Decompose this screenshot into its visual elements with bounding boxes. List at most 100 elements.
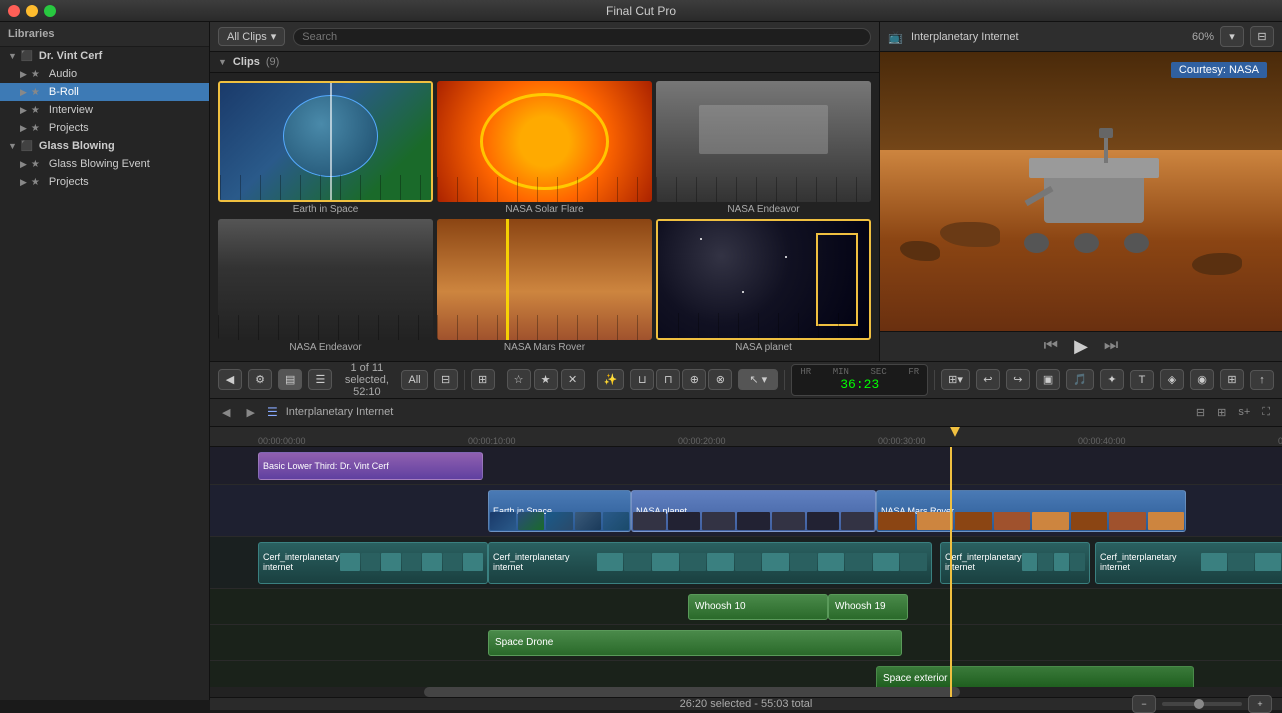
timeline-header: ◀ ▶ ☰ Interplanetary Internet ⊟ ⊞ s+ ⛶: [210, 399, 1282, 427]
clip-nasa-planet[interactable]: NASA planet: [656, 219, 871, 353]
audio-meter-btn[interactable]: 🎵: [1066, 369, 1094, 390]
viewer-zoom-btn[interactable]: ▾: [1220, 26, 1244, 47]
clip-thumbnail: [218, 219, 433, 340]
disclosure-triangle: ▶: [20, 177, 27, 188]
clip-thumbnail: [437, 81, 652, 202]
sidebar-item-projects2[interactable]: ▶ ★ Projects: [0, 173, 209, 191]
clips-disclosure-triangle[interactable]: ▼: [218, 57, 227, 67]
zoom-out-btn[interactable]: ⊟: [1192, 404, 1209, 421]
redo-btn[interactable]: ↪: [1006, 369, 1030, 390]
sidebar-item-audio[interactable]: ▶ ★ Audio: [0, 65, 209, 83]
cerf-clip-2[interactable]: Cerf_interplanetary internet: [488, 542, 932, 584]
zoom-thumb[interactable]: [1194, 699, 1204, 709]
zoom-out-status-btn[interactable]: −: [1132, 695, 1156, 713]
maximize-button[interactable]: [44, 5, 56, 17]
disclosure-triangle: ▼: [8, 141, 17, 151]
app-title: Final Cut Pro: [606, 4, 676, 18]
sidebar-item-glass-blowing[interactable]: ▼ ⬛ Glass Blowing: [0, 137, 209, 155]
transform-btn[interactable]: ⊞▾: [941, 369, 970, 390]
title-btn[interactable]: T: [1130, 370, 1154, 390]
generator-btn[interactable]: ◈: [1160, 369, 1184, 390]
timecode-value: 36:23: [840, 377, 879, 392]
star-btn[interactable]: ☆: [507, 369, 531, 390]
ruler-mark: 00:00:40:00: [1078, 436, 1126, 446]
nasa-planet-clip[interactable]: NASA planet: [631, 490, 876, 532]
transition-btn[interactable]: ⊞: [1220, 369, 1244, 390]
sidebar-item-glass-blowing-event[interactable]: ▶ ★ Glass Blowing Event: [0, 155, 209, 173]
overwrite-btn[interactable]: ⊓: [656, 369, 680, 390]
close-button[interactable]: [8, 5, 20, 17]
clip-label: Cerf_interplanetary internet: [493, 552, 597, 572]
sidebar-item-dr-vint-cerf[interactable]: ▼ ⬛ Dr. Vint Cerf: [0, 47, 209, 65]
sidebar-toggle-btn[interactable]: ◀: [218, 369, 242, 390]
space-drone-clip[interactable]: Space Drone: [488, 630, 902, 656]
clip-thumbnail: [656, 81, 871, 202]
reject-btn[interactable]: ✕: [561, 369, 585, 390]
zoom-slider[interactable]: [1162, 702, 1242, 706]
connect-btn[interactable]: ⊗: [708, 369, 732, 390]
settings-btn[interactable]: ⚙: [248, 369, 272, 390]
top-section: All Clips ▾ ▼ Clips (9): [210, 22, 1282, 362]
clip-nasa-endeavor-1[interactable]: NASA Endeavor: [656, 81, 871, 215]
folder-icon: ★: [31, 87, 45, 98]
select-tool-btn[interactable]: ↖ ▾: [738, 369, 778, 390]
timeline-forward-btn[interactable]: ▶: [242, 404, 258, 421]
favorite-btn[interactable]: ★: [534, 369, 558, 390]
folder-icon: ★: [31, 159, 45, 170]
insert-btn[interactable]: ⊔: [630, 369, 654, 390]
theme-btn[interactable]: ◉: [1190, 369, 1214, 390]
play-button[interactable]: ▶: [1074, 336, 1088, 357]
browser-search-input[interactable]: [293, 28, 871, 46]
window-controls[interactable]: [8, 5, 56, 17]
all-label: All: [408, 374, 420, 386]
cerf-clip-1[interactable]: Cerf_interplanetary internet: [258, 542, 488, 584]
clip-nasa-endeavor-2[interactable]: NASA Endeavor: [218, 219, 433, 353]
effects-btn[interactable]: ✦: [1100, 369, 1124, 390]
sidebar-item-projects[interactable]: ▶ ★ Projects: [0, 119, 209, 137]
clip-label: NASA planet: [656, 342, 871, 353]
title-clip[interactable]: Basic Lower Third: Dr. Vint Cerf: [258, 452, 483, 480]
zoom-in-status-btn[interactable]: +: [1248, 695, 1272, 713]
cerf-clip-4[interactable]: Cerf_interplanetary internet: [1095, 542, 1282, 584]
clip-earth-in-space[interactable]: Earth in Space: [218, 81, 433, 215]
disclosure-triangle: ▶: [20, 105, 27, 116]
tl-fullscreen-btn[interactable]: ⛶: [1258, 404, 1274, 421]
sidebar-item-b-roll[interactable]: ▶ ★ B-Roll: [0, 83, 209, 101]
clip-label: Cerf_interplanetary internet: [263, 552, 340, 572]
list-view-btn[interactable]: ☰: [308, 369, 332, 390]
viewer-content: Courtesy: NASA: [880, 52, 1282, 331]
skip-back-button[interactable]: ⏮: [1044, 337, 1058, 355]
scrollbar-thumb[interactable]: [424, 687, 960, 697]
whoosh-10-clip[interactable]: Whoosh 10: [688, 594, 828, 620]
zoom-in-btn[interactable]: ⊞: [1213, 404, 1230, 421]
horizontal-scrollbar[interactable]: [210, 687, 1282, 697]
skip-forward-button[interactable]: ⏭: [1104, 337, 1118, 355]
disclosure-triangle: ▶: [20, 87, 27, 98]
sidebar-item-interview[interactable]: ▶ ★ Interview: [0, 101, 209, 119]
video-scope-btn[interactable]: ▣: [1036, 369, 1060, 390]
ruler-mark: 00:00:20:00: [678, 436, 726, 446]
clip-nasa-mars-rover[interactable]: NASA Mars Rover: [437, 219, 652, 353]
viewer-options-btn[interactable]: ⊟: [1250, 26, 1274, 47]
zoom-to-fit-btn[interactable]: ⊞: [471, 369, 495, 390]
share-btn[interactable]: ↑: [1250, 370, 1274, 390]
tracks-container[interactable]: Basic Lower Third: Dr. Vint Cerf Earth i…: [210, 447, 1282, 697]
all-clips-button[interactable]: All Clips ▾: [218, 27, 285, 46]
clip-nasa-solar-flare[interactable]: NASA Solar Flare: [437, 81, 652, 215]
zoom-controls: − +: [1132, 695, 1272, 713]
earth-in-space-clip[interactable]: Earth in Space: [488, 490, 631, 532]
tl-settings-btn[interactable]: s+: [1234, 404, 1254, 421]
append-btn[interactable]: ⊕: [682, 369, 706, 390]
chevron-down-icon: ▾: [271, 30, 277, 43]
filmstrip-view-btn[interactable]: ▤: [278, 369, 302, 390]
magic-wand-btn[interactable]: ✨: [597, 369, 625, 390]
cerf-clip-3[interactable]: Cerf_interplanetary internet: [940, 542, 1090, 584]
clip-appearance-btn[interactable]: ⊟: [434, 369, 458, 390]
browser-panel: All Clips ▾ ▼ Clips (9): [210, 22, 880, 361]
undo-btn[interactable]: ↩: [976, 369, 1000, 390]
timeline-back-btn[interactable]: ◀: [218, 404, 234, 421]
nasa-mars-rover-clip[interactable]: NASA Mars Rover: [876, 490, 1186, 532]
whoosh-19-clip[interactable]: Whoosh 19: [828, 594, 908, 620]
all-button[interactable]: All: [401, 370, 427, 390]
minimize-button[interactable]: [26, 5, 38, 17]
